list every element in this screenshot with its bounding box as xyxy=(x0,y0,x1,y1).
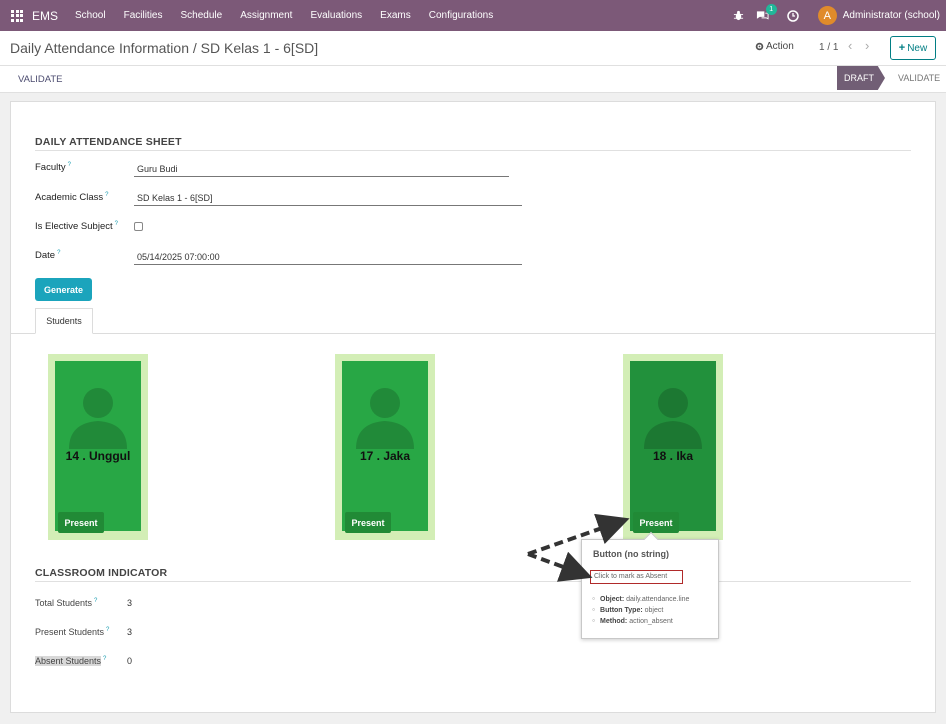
person-icon xyxy=(69,388,127,449)
student-card[interactable]: 18 . Ika Present xyxy=(623,354,723,540)
chevron-left-icon[interactable]: ‹ xyxy=(848,38,852,53)
present-students-value: 3 xyxy=(127,627,133,637)
menu-schedule[interactable]: Schedule xyxy=(172,10,232,21)
person-icon xyxy=(356,388,414,449)
action-menu-button[interactable]: Action xyxy=(755,41,794,52)
student-name: 14 . Unggul xyxy=(65,449,131,463)
academic-class-field[interactable]: SD Kelas 1 - 6[SD] xyxy=(134,193,522,206)
classroom-indicator-title: CLASSROOM INDICATOR xyxy=(35,567,168,579)
tab-divider xyxy=(11,333,935,334)
tooltip-method: Method: action_absent xyxy=(592,618,689,625)
section-divider xyxy=(35,581,911,582)
pager-value[interactable]: 1 / 1 xyxy=(819,42,838,53)
date-field[interactable]: 05/14/2025 07:00:00 xyxy=(134,252,522,265)
new-label: New xyxy=(907,42,928,54)
section-divider xyxy=(35,150,911,151)
control-panel: Daily Attendance Information / SD Kelas … xyxy=(0,31,946,66)
app-brand[interactable]: EMS xyxy=(32,9,58,23)
is-elective-checkbox[interactable] xyxy=(134,222,143,231)
total-students-value: 3 xyxy=(127,598,133,608)
menu-assignment[interactable]: Assignment xyxy=(231,10,301,21)
apps-icon[interactable] xyxy=(11,9,23,22)
faculty-label: Faculty? xyxy=(35,162,71,174)
tooltip-title: Button (no string) xyxy=(593,549,669,559)
new-button[interactable]: + New xyxy=(890,36,936,60)
present-button[interactable]: Present xyxy=(345,512,391,533)
debug-tooltip: Button (no string) Click to mark as Abse… xyxy=(581,531,719,639)
attendance-sheet-title: DAILY ATTENDANCE SHEET xyxy=(35,136,182,148)
menu-configurations[interactable]: Configurations xyxy=(420,10,502,21)
faculty-field[interactable]: Guru Budi xyxy=(134,164,509,177)
tab-students[interactable]: Students xyxy=(35,308,93,334)
student-card[interactable]: 14 . Unggul Present xyxy=(48,354,148,540)
student-name: 18 . Ika xyxy=(652,449,694,463)
menu-school[interactable]: School xyxy=(66,10,115,21)
validate-button[interactable]: VALIDATE xyxy=(18,74,63,85)
top-navbar: EMS School Facilities Schedule Assignmen… xyxy=(0,0,946,31)
menu-facilities[interactable]: Facilities xyxy=(115,10,172,21)
tooltip-details: Object: daily.attendance.line Button Typ… xyxy=(592,596,689,629)
person-icon xyxy=(644,388,702,449)
absent-students-value: 0 xyxy=(127,656,133,666)
absent-students-label: Absent Students? xyxy=(35,656,107,666)
stage-validate[interactable]: VALIDATE xyxy=(898,73,940,83)
chat-badge: 1 xyxy=(765,3,777,15)
student-card[interactable]: 17 . Jaka Present xyxy=(335,354,435,540)
tooltip-help-text: Click to mark as Absent xyxy=(590,570,683,584)
plus-icon: + xyxy=(898,42,906,54)
bug-icon[interactable] xyxy=(732,9,746,23)
present-students-label: Present Students? xyxy=(35,627,110,637)
present-button[interactable]: Present xyxy=(58,512,104,533)
gear-icon xyxy=(755,42,764,51)
tooltip-object: Object: daily.attendance.line xyxy=(592,596,689,603)
action-label: Action xyxy=(766,41,794,52)
total-students-label: Total Students? xyxy=(35,598,98,608)
user-name[interactable]: Administrator (school) xyxy=(843,10,940,21)
generate-button[interactable]: Generate xyxy=(35,278,92,301)
clock-icon[interactable] xyxy=(786,9,800,23)
breadcrumb[interactable]: Daily Attendance Information / SD Kelas … xyxy=(10,40,318,56)
tooltip-button-type: Button Type: object xyxy=(592,607,689,614)
date-label: Date? xyxy=(35,250,61,262)
form-sheet: DAILY ATTENDANCE SHEET Faculty? Guru Bud… xyxy=(10,101,936,713)
academic-class-label: Academic Class? xyxy=(35,192,109,204)
menu-exams[interactable]: Exams xyxy=(371,10,420,21)
chevron-right-icon[interactable]: › xyxy=(865,38,869,53)
user-avatar[interactable]: A xyxy=(817,6,837,25)
stage-draft[interactable]: DRAFT xyxy=(837,66,885,90)
chat-icon[interactable]: 1 xyxy=(756,3,777,23)
is-elective-label: Is Elective Subject? xyxy=(35,221,118,233)
present-button[interactable]: Present xyxy=(633,512,679,533)
menu-evaluations[interactable]: Evaluations xyxy=(301,10,371,21)
status-bar: VALIDATE DRAFT VALIDATE xyxy=(0,66,946,93)
student-name: 17 . Jaka xyxy=(359,449,411,463)
